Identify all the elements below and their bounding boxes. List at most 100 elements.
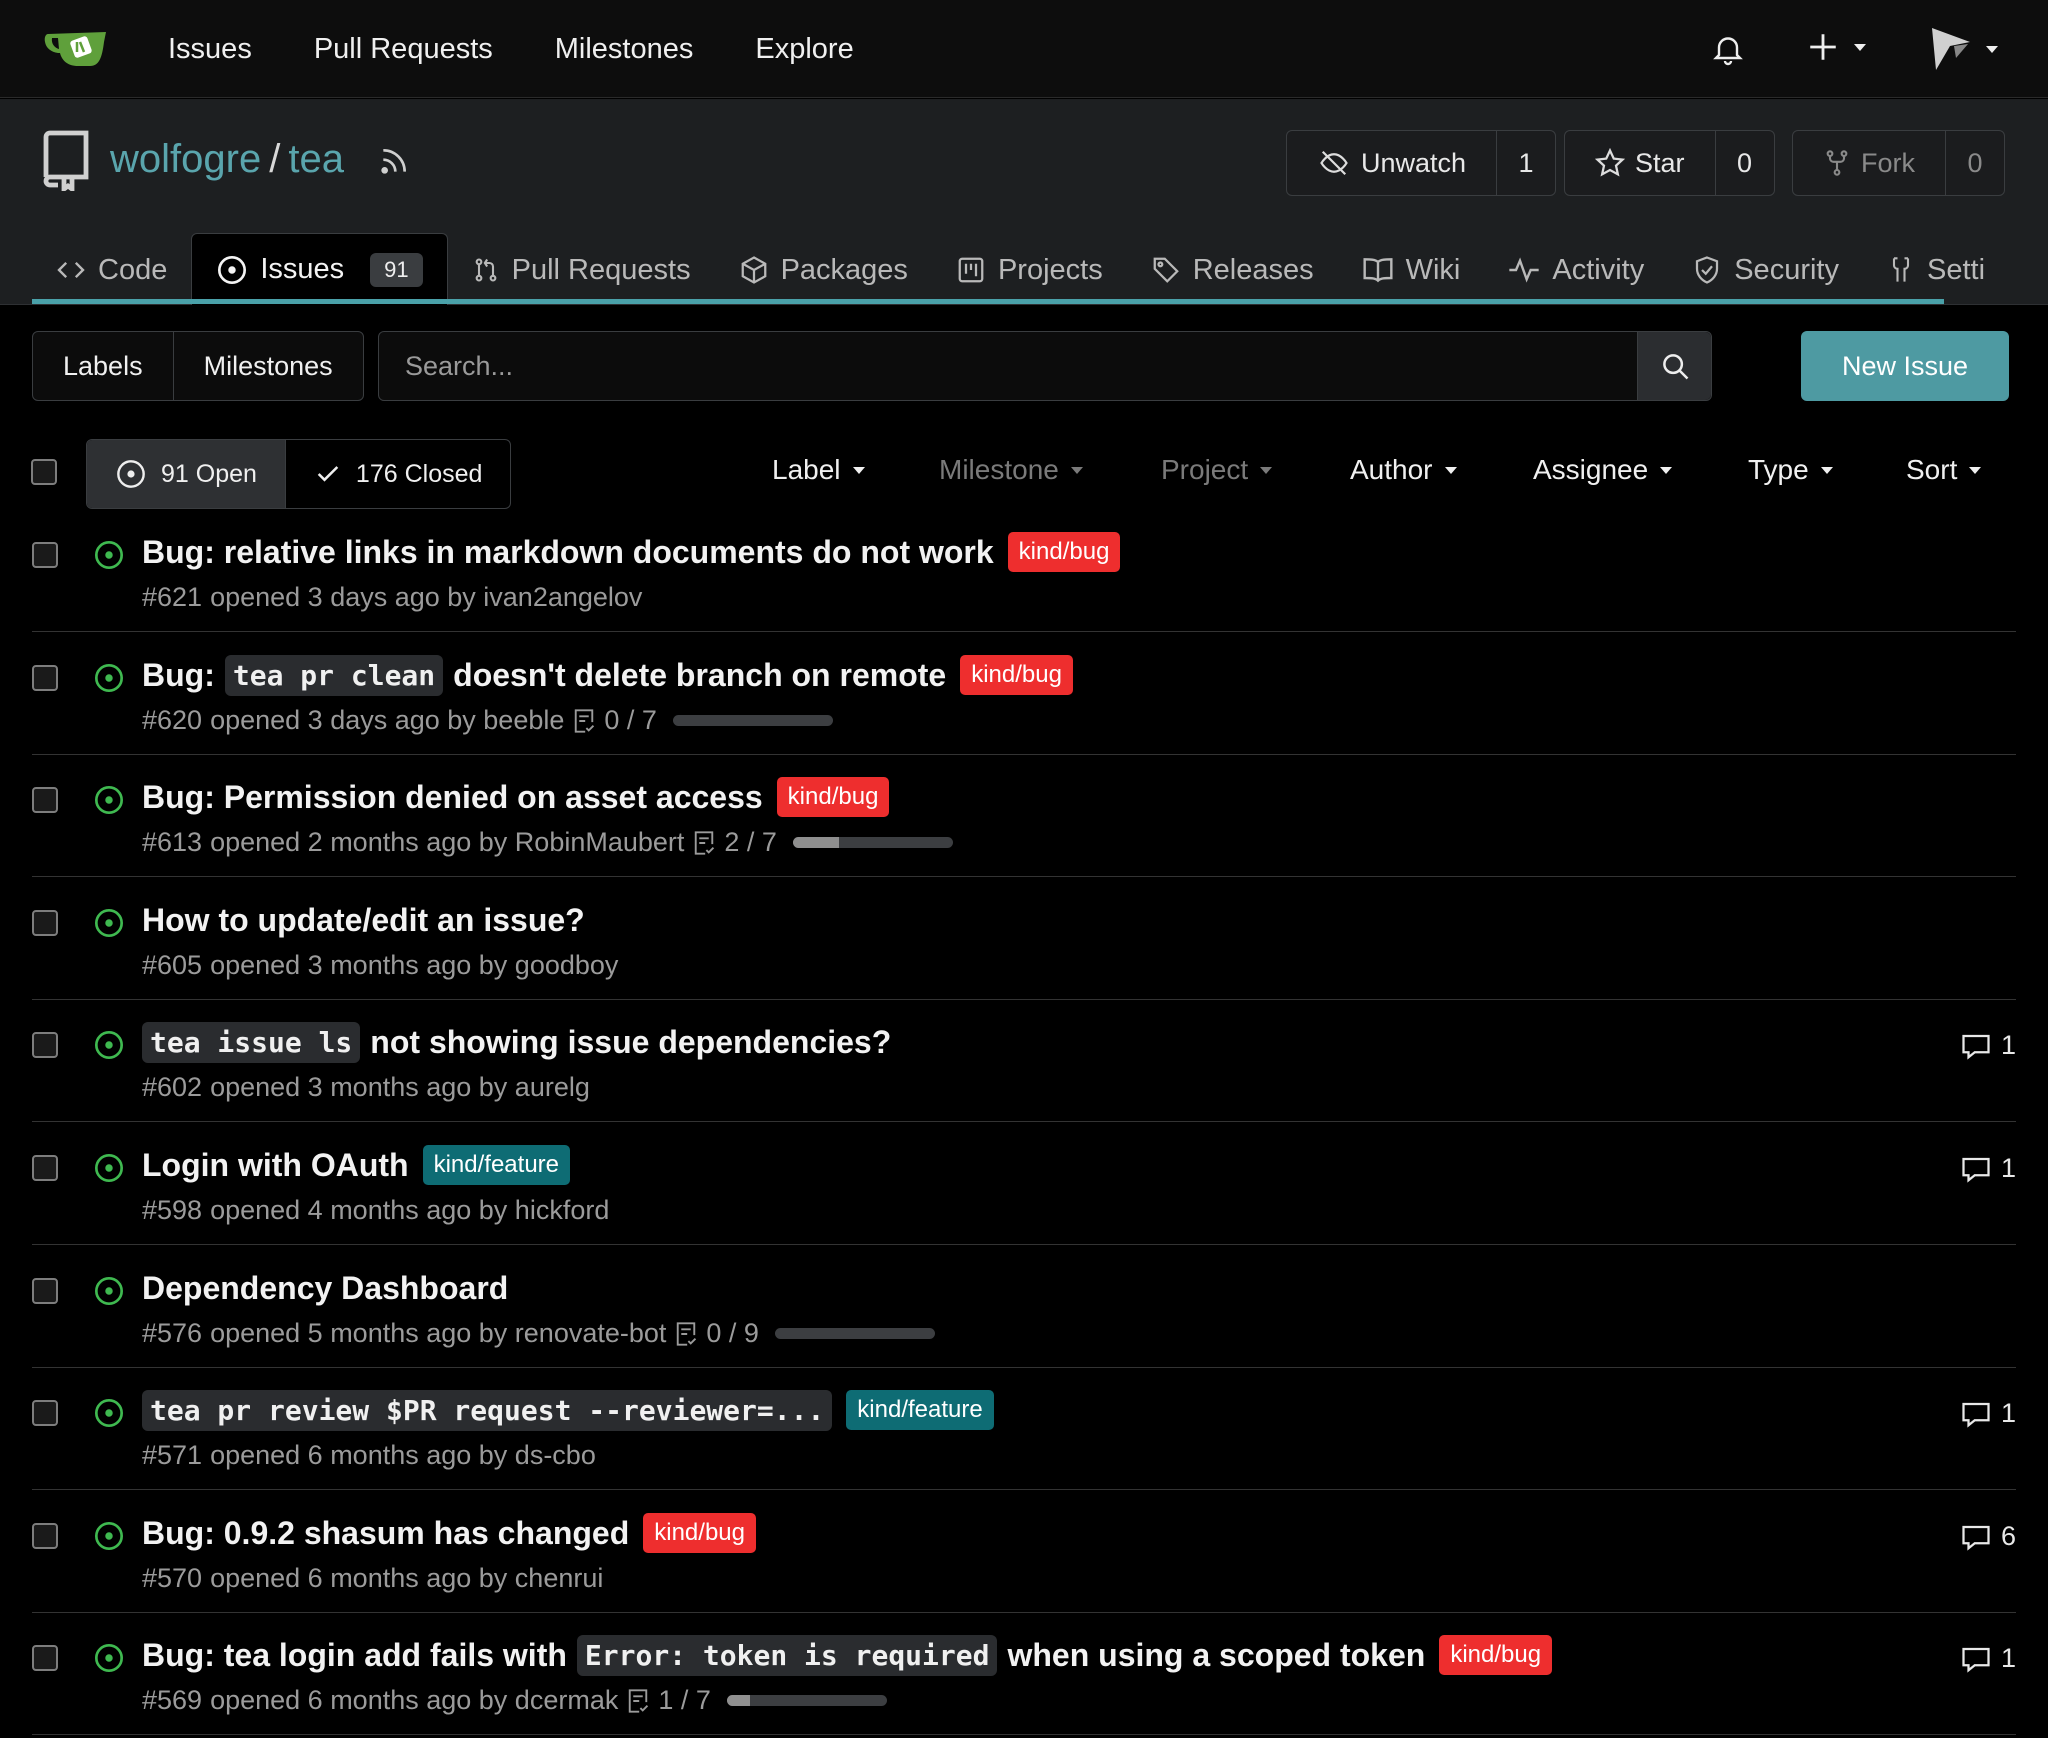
issue-checkbox[interactable]	[32, 787, 58, 813]
issue-title-link[interactable]: How to update/edit an issue?	[142, 896, 585, 944]
issue-row: tea pr review $PR request --reviewer=...…	[32, 1368, 2016, 1490]
fork-button[interactable]: Fork	[1793, 131, 1946, 195]
issue-checkbox[interactable]	[32, 1278, 58, 1304]
issue-opened-by: opened 5 months ago by renovate-bot	[210, 1318, 667, 1348]
issue-label-badge[interactable]: kind/bug	[776, 777, 890, 817]
comment-count-link[interactable]: 1	[1961, 1153, 2016, 1184]
task-progress-bar	[774, 1328, 935, 1339]
book-icon	[1362, 256, 1394, 284]
watch-button-group: Unwatch 1	[1286, 130, 1557, 196]
issue-title-link[interactable]: tea pr review $PR request --reviewer=...…	[142, 1386, 994, 1434]
user-menu[interactable]	[1926, 24, 1998, 74]
issue-label-badge[interactable]: kind/bug	[1439, 1635, 1553, 1675]
tab-projects[interactable]: Projects	[932, 235, 1127, 305]
watch-count[interactable]: 1	[1497, 131, 1555, 195]
tab-packages[interactable]: Packages	[715, 235, 932, 305]
rss-icon[interactable]	[378, 145, 410, 177]
select-all-checkbox[interactable]	[31, 459, 57, 485]
milestones-button[interactable]: Milestones	[172, 332, 363, 400]
nav-pull-requests-link[interactable]: Pull Requests	[314, 33, 493, 66]
issue-title-text: Bug: Permission denied on asset access	[142, 778, 763, 815]
comment-count-link[interactable]: 1	[1961, 1030, 2016, 1061]
issue-row: How to update/edit an issue? #605 opened 3…	[32, 878, 2016, 1000]
issue-label-badge[interactable]: kind/bug	[1007, 532, 1121, 572]
tab-releases-label: Releases	[1192, 253, 1314, 286]
tab-releases[interactable]: Releases	[1127, 235, 1338, 305]
issue-checkbox[interactable]	[32, 910, 58, 936]
label-filter[interactable]: Label	[772, 449, 865, 491]
issue-checkbox[interactable]	[32, 1400, 58, 1426]
issue-title-link[interactable]: Bug: Permission denied on asset access ki…	[142, 773, 890, 821]
issue-meta: #621 opened 3 days ago by ivan2angelov	[142, 582, 642, 613]
comment-icon	[1961, 1400, 1991, 1428]
issue-label-badge[interactable]: kind/bug	[960, 655, 1073, 695]
issue-opened-icon	[216, 254, 248, 286]
repo-owner-link[interactable]: wolfogre	[110, 137, 261, 182]
tab-settings[interactable]: Setti	[1863, 235, 2009, 305]
tab-security[interactable]: Security	[1668, 235, 1863, 305]
closed-issues-button[interactable]: 176 Closed	[284, 440, 510, 508]
labels-milestones-group: Labels Milestones	[32, 331, 364, 401]
comment-icon	[1961, 1523, 1991, 1551]
create-menu[interactable]	[1806, 30, 1866, 64]
issue-title-link[interactable]: Bug: tea pr clean doesn't delete branch …	[142, 651, 1073, 699]
issue-meta: #570 opened 6 months ago by chenrui	[142, 1563, 603, 1594]
issue-title-link[interactable]: Dependency Dashboard	[142, 1264, 508, 1312]
nav-explore-link[interactable]: Explore	[755, 33, 853, 66]
tab-issues-label: Issues	[260, 253, 345, 285]
comment-count-link[interactable]: 1	[1961, 1398, 2016, 1429]
issue-checkbox[interactable]	[32, 1032, 58, 1058]
issue-title-link[interactable]: tea issue ls not showing issue dependenc…	[142, 1018, 891, 1066]
search-input[interactable]	[379, 332, 1637, 400]
bell-icon[interactable]	[1710, 30, 1746, 68]
tab-issues[interactable]: Issues 91	[191, 233, 448, 305]
issue-title-link[interactable]: Login with OAuth kind/feature	[142, 1141, 571, 1189]
search-button[interactable]	[1637, 332, 1711, 400]
issue-title-link[interactable]: Bug: 0.9.2 shasum has changed kind/bug	[142, 1509, 756, 1557]
issue-label-badge[interactable]: kind/feature	[846, 1390, 994, 1430]
tab-wiki[interactable]: Wiki	[1338, 235, 1485, 305]
tab-pull-requests[interactable]: Pull Requests	[448, 235, 715, 305]
fork-label: Fork	[1861, 147, 1915, 178]
new-issue-button[interactable]: New Issue	[1801, 331, 2009, 401]
issue-title-link[interactable]: Bug: relative links in markdown document…	[142, 528, 1121, 576]
assignee-filter[interactable]: Assignee	[1533, 449, 1673, 491]
issue-checkbox[interactable]	[32, 665, 58, 691]
type-filter[interactable]: Type	[1748, 449, 1833, 491]
repo-title: wolfogre / tea	[110, 137, 344, 182]
issue-label-badge[interactable]: kind/bug	[643, 1513, 756, 1553]
issue-checkbox[interactable]	[32, 542, 58, 568]
issue-opened-by: opened 3 months ago by goodboy	[210, 950, 619, 980]
nav-issues-link[interactable]: Issues	[168, 33, 252, 66]
project-filter[interactable]: Project	[1161, 449, 1273, 491]
tab-code[interactable]: Code	[32, 235, 191, 305]
author-filter[interactable]: Author	[1350, 449, 1457, 491]
issue-checkbox[interactable]	[32, 1645, 58, 1671]
issue-label-badge[interactable]: kind/feature	[422, 1145, 571, 1185]
tab-activity[interactable]: Activity	[1484, 235, 1668, 305]
sort-filter[interactable]: Sort	[1906, 449, 1982, 491]
tab-activity-label: Activity	[1552, 253, 1645, 286]
issue-title-link[interactable]: Bug: tea login add fails with Error: tok…	[142, 1631, 1553, 1679]
comment-count-link[interactable]: 6	[1961, 1521, 2016, 1552]
issue-state-toggle: 91 Open 176 Closed	[86, 439, 512, 509]
fork-count[interactable]: 0	[1946, 131, 2004, 195]
labels-button[interactable]: Labels	[33, 332, 173, 400]
unwatch-button[interactable]: Unwatch	[1287, 131, 1498, 195]
star-count[interactable]: 0	[1716, 131, 1774, 195]
nav-milestones-link[interactable]: Milestones	[555, 33, 694, 66]
gitea-logo-icon[interactable]	[44, 28, 108, 68]
star-button[interactable]: Star	[1565, 131, 1716, 195]
checklist-icon	[572, 708, 596, 734]
milestone-filter[interactable]: Milestone	[939, 449, 1083, 491]
issue-opened-icon	[93, 1520, 125, 1552]
repo-name-link[interactable]: tea	[288, 137, 344, 182]
issue-checkbox[interactable]	[32, 1523, 58, 1549]
open-issues-button[interactable]: 91 Open	[87, 440, 285, 508]
comment-count-link[interactable]: 1	[1961, 1643, 2016, 1674]
issue-meta: #620 opened 3 days ago by beeble 0 / 7	[142, 705, 833, 736]
chevron-down-icon	[1260, 466, 1273, 474]
issue-checkbox[interactable]	[32, 1155, 58, 1181]
issue-title-text: when using a scoped token	[1007, 1636, 1426, 1673]
search-icon	[1660, 351, 1690, 381]
